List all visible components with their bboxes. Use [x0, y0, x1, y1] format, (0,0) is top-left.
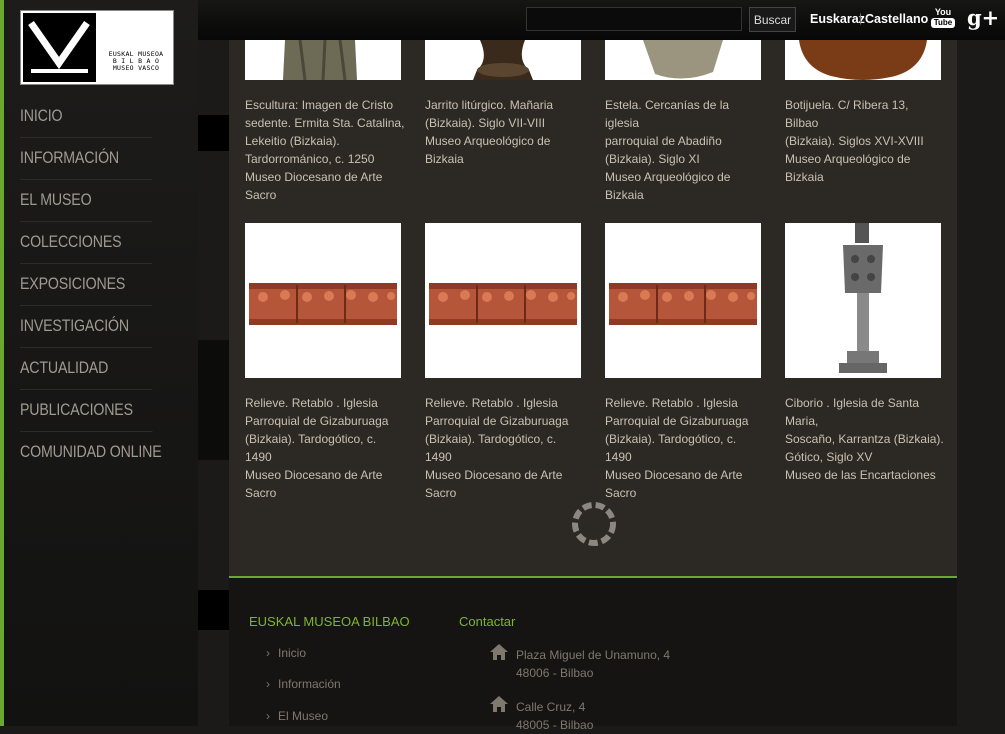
chevron-right-icon: › [266, 677, 270, 691]
item-caption: Relieve. Retablo . Iglesia Parroquial de … [425, 396, 569, 500]
item-thumbnail[interactable] [425, 223, 581, 378]
item-caption: Jarrito litúrgico. Mañaria (Bizkaia). Sig… [425, 98, 554, 166]
item-caption: Estela. Cercanías de la iglesia parroquia… [605, 98, 731, 202]
lang-castellano-link[interactable]: Castellano [865, 12, 928, 26]
item-thumbnail[interactable] [785, 223, 941, 378]
youtube-icon[interactable]: You Tube [931, 7, 955, 33]
logo-wordmark: EUSKAL MUSEOA B I L B A O MUSEO VASCO [108, 50, 164, 72]
lang-separator: | [859, 11, 863, 25]
home-icon [490, 696, 508, 712]
item-thumbnail[interactable] [425, 40, 581, 80]
nav-item-colecciones[interactable]: COLECCIONES [20, 222, 153, 264]
nav-item-comunidad-online[interactable]: COMUNIDAD ONLINE [20, 432, 162, 473]
lang-euskaraz-link[interactable]: Euskaraz [810, 12, 865, 26]
background-graphic [198, 115, 230, 590]
item-thumbnail[interactable] [605, 223, 761, 378]
item-caption: Ciborio . Iglesia de Santa Maria, Soscaño… [785, 396, 944, 482]
background-graphic-lower [198, 590, 230, 630]
footer: EUSKAL MUSEOA BILBAO › Inicio › Informació… [229, 576, 957, 732]
item-caption: Relieve. Retablo . Iglesia Parroquial de … [245, 396, 389, 500]
museum-logo[interactable]: EUSKAL MUSEOA B I L B A O MUSEO VASCO [20, 10, 174, 85]
search-input[interactable] [526, 7, 742, 31]
collection-grid: Escultura: Imagen de Cristo sedente. Ermi… [229, 40, 957, 576]
nav-item-inicio[interactable]: INICIO [20, 96, 153, 138]
item-thumbnail[interactable] [245, 40, 401, 80]
sidebar: EUSKAL MUSEOA B I L B A O MUSEO VASCO IN… [0, 0, 198, 726]
item-caption: Relieve. Retablo . Iglesia Parroquial de … [605, 396, 749, 500]
item-thumbnail[interactable] [605, 40, 761, 80]
nav-item-investigacion[interactable]: INVESTIGACIÓN [20, 306, 153, 348]
main-nav: INICIO INFORMACIÓN EL MUSEO COLECCIONES … [20, 96, 174, 473]
item-thumbnail[interactable] [245, 223, 401, 378]
nav-item-exposiciones[interactable]: EXPOSICIONES [20, 264, 153, 306]
logo-mark-icon [23, 13, 96, 82]
footer-link-el-museo[interactable]: › El Museo [266, 709, 328, 723]
footer-address: Plaza Miguel de Unamuno, 4 48006 - Bilba… [516, 648, 671, 680]
footer-title-contact: Contactar [459, 614, 516, 629]
footer-address: Calle Cruz, 4 48005 - Bilbao [516, 700, 594, 732]
footer-link-informacion[interactable]: › Información [266, 677, 341, 691]
search-button[interactable]: Buscar [749, 7, 796, 32]
chevron-right-icon: › [266, 646, 270, 660]
nav-item-el-museo[interactable]: EL MUSEO [20, 180, 153, 222]
item-caption: Escultura: Imagen de Cristo sedente. Ermi… [245, 98, 405, 202]
footer-title-museum: EUSKAL MUSEOA BILBAO [249, 614, 410, 629]
top-bar: Buscar Euskaraz | Castellano You Tube g+ [198, 0, 1005, 40]
google-plus-icon[interactable]: g+ [967, 5, 999, 30]
nav-item-actualidad[interactable]: ACTUALIDAD [20, 348, 153, 390]
chevron-right-icon: › [266, 709, 270, 723]
home-icon [490, 644, 508, 660]
footer-link-inicio[interactable]: › Inicio [266, 646, 306, 660]
nav-item-publicaciones[interactable]: PUBLICACIONES [20, 390, 153, 432]
item-caption: Botijuela. C/ Ribera 13, Bilbao (Bizkaia)… [785, 98, 924, 184]
loading-spinner-icon [570, 500, 618, 548]
nav-item-informacion[interactable]: INFORMACIÓN [20, 138, 153, 180]
item-thumbnail[interactable] [785, 40, 941, 80]
